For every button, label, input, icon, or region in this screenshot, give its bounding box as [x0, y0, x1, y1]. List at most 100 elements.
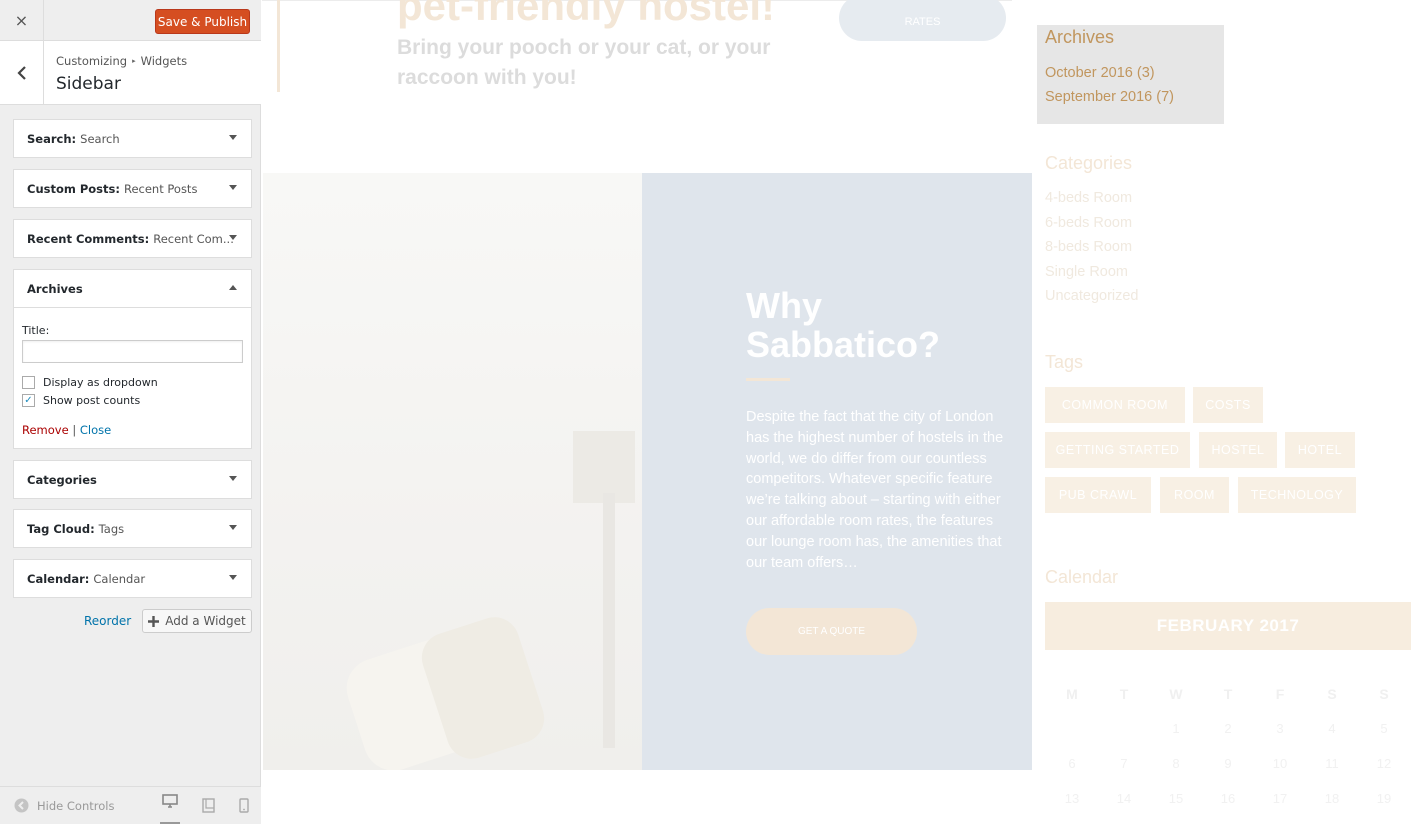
why-title: Why Sabbatico?: [746, 285, 941, 365]
actions-separator: |: [72, 423, 77, 437]
tag-chip[interactable]: HOSTEL: [1199, 432, 1277, 468]
chevron-left-icon: [16, 66, 26, 80]
back-button[interactable]: [0, 41, 44, 105]
tag-chip[interactable]: COSTS: [1193, 387, 1263, 423]
calendar-day-cell[interactable]: 3: [1260, 721, 1300, 736]
widget-title: Recent Comments: Recent Com...: [27, 232, 234, 246]
display-dropdown-checkbox[interactable]: [22, 376, 35, 389]
calendar-day-cell[interactable]: 8: [1156, 756, 1196, 771]
category-link[interactable]: Single Room: [1045, 264, 1128, 280]
widget-search[interactable]: Search: Search: [13, 119, 252, 158]
site-preview: pet-friendly hostel! Bring your pooch or…: [262, 0, 1411, 824]
widget-categories[interactable]: Categories: [13, 460, 252, 499]
widget-name: Calendar: [27, 572, 85, 586]
widget-title: Calendar: Calendar: [27, 572, 146, 586]
calendar-day-cell[interactable]: 15: [1156, 791, 1196, 806]
calendar-day-cell[interactable]: 9: [1208, 756, 1248, 771]
archive-link[interactable]: September 2016 (7): [1045, 89, 1174, 105]
hero-subtitle: Bring your pooch or your cat, or your ra…: [397, 36, 771, 89]
rates-button[interactable]: RATES: [839, 0, 1006, 41]
title-input[interactable]: [22, 340, 243, 363]
calendar-day-cell[interactable]: 18: [1312, 791, 1352, 806]
add-widget-label: Add a Widget: [165, 614, 246, 628]
tag-chip[interactable]: HOTEL: [1285, 432, 1355, 468]
calendar-day-cell[interactable]: 19: [1364, 791, 1404, 806]
display-dropdown-row: Display as dropdown: [22, 376, 158, 389]
collapse-arrow-icon: [14, 798, 29, 813]
tag-chip[interactable]: GETTING STARTED: [1045, 432, 1190, 468]
tag-chip[interactable]: PUB CRAWL: [1045, 477, 1151, 513]
add-widget-button[interactable]: Add a Widget: [142, 609, 252, 633]
close-link[interactable]: Close: [80, 423, 111, 437]
hide-controls-label: Hide Controls: [37, 798, 115, 813]
calendar-day-header: S: [1379, 686, 1389, 702]
hide-controls-button[interactable]: Hide Controls: [14, 798, 114, 813]
widget-title: Search: Search: [27, 132, 120, 146]
desktop-preview-button[interactable]: [160, 789, 180, 824]
widget-subtitle: Recent Posts: [123, 182, 198, 196]
widget-archives[interactable]: Archives Title: Display as dropdown ✓ Sh…: [13, 269, 252, 449]
calendar-day-header: M: [1066, 686, 1078, 702]
widget-recent-comments[interactable]: Recent Comments: Recent Com...: [13, 219, 252, 258]
calendar-day-cell[interactable]: 2: [1208, 721, 1248, 736]
room-photo: [263, 173, 643, 770]
widget-title: Custom Posts: Recent Posts: [27, 182, 198, 196]
calendar-day-cell[interactable]: 6: [1052, 756, 1092, 771]
show-counts-row: ✓ Show post counts: [22, 394, 140, 407]
tag-chip[interactable]: ROOM: [1160, 477, 1229, 513]
arrow-down-icon[interactable]: [229, 575, 237, 580]
arrow-down-icon[interactable]: [229, 135, 237, 140]
breadcrumb-parent: Customizing: [56, 54, 128, 68]
widget-subtitle: Recent Com...: [153, 232, 234, 246]
widget-custom-posts[interactable]: Custom Posts: Recent Posts: [13, 169, 252, 208]
calendar-day-header: W: [1169, 686, 1183, 702]
calendar-day-cell[interactable]: 12: [1364, 756, 1404, 771]
get-quote-button[interactable]: GET A QUOTE: [746, 608, 917, 655]
tags-heading: Tags: [1045, 352, 1084, 372]
reorder-link[interactable]: Reorder: [84, 614, 131, 628]
widget-name: Search: [27, 132, 72, 146]
category-link[interactable]: Uncategorized: [1045, 288, 1139, 304]
display-dropdown-label: Display as dropdown: [43, 376, 158, 389]
calendar-day-header: F: [1275, 686, 1285, 702]
widget-name: Custom Posts: [27, 182, 116, 196]
remove-link[interactable]: Remove: [22, 423, 69, 437]
calendar-day-cell[interactable]: 14: [1104, 791, 1144, 806]
category-link[interactable]: 6-beds Room: [1045, 215, 1132, 231]
calendar-day-cell[interactable]: 1: [1156, 721, 1196, 736]
show-counts-label: Show post counts: [43, 394, 141, 407]
tag-chip[interactable]: TECHNOLOGY: [1238, 477, 1356, 513]
widget-tag-cloud[interactable]: Tag Cloud: Tags: [13, 509, 252, 548]
arrow-down-icon[interactable]: [229, 476, 237, 481]
archive-link[interactable]: October 2016 (3): [1045, 65, 1155, 81]
tag-chip[interactable]: COMMON ROOM: [1045, 387, 1185, 423]
widget-actions: Remove | Close: [22, 423, 111, 437]
widget-calendar[interactable]: Calendar: Calendar: [13, 559, 252, 598]
calendar-day-cell[interactable]: 11: [1312, 756, 1352, 771]
category-link[interactable]: 4-beds Room: [1045, 190, 1132, 206]
calendar-day-cell[interactable]: 5: [1364, 721, 1404, 736]
arrow-down-icon[interactable]: [229, 235, 237, 240]
mobile-icon: [239, 797, 249, 813]
category-link[interactable]: 8-beds Room: [1045, 239, 1132, 255]
tablet-preview-button[interactable]: [198, 795, 218, 815]
close-customizer-button[interactable]: ×: [0, 0, 44, 41]
calendar-day-cell[interactable]: 10: [1260, 756, 1300, 771]
arrow-down-icon[interactable]: [229, 185, 237, 190]
calendar-day-cell[interactable]: 7: [1104, 756, 1144, 771]
title-underline: [746, 378, 790, 381]
panel-footer: Hide Controls: [0, 786, 261, 824]
mobile-preview-button[interactable]: [234, 795, 254, 815]
arrow-down-icon[interactable]: [229, 525, 237, 530]
customizer-panel: × Save & Publish Customizing ▸ Widgets S…: [0, 0, 261, 824]
widget-title: Tag Cloud: Tags: [27, 522, 125, 536]
widget-title: Categories: [27, 473, 97, 487]
calendar-day-cell[interactable]: 16: [1208, 791, 1248, 806]
panel-header: × Save & Publish: [0, 0, 261, 41]
calendar-day-cell[interactable]: 13: [1052, 791, 1092, 806]
save-publish-button[interactable]: Save & Publish: [155, 9, 250, 34]
calendar-day-cell[interactable]: 17: [1260, 791, 1300, 806]
show-counts-checkbox[interactable]: ✓: [22, 394, 35, 407]
arrow-up-icon[interactable]: [229, 285, 237, 290]
calendar-day-cell[interactable]: 4: [1312, 721, 1352, 736]
